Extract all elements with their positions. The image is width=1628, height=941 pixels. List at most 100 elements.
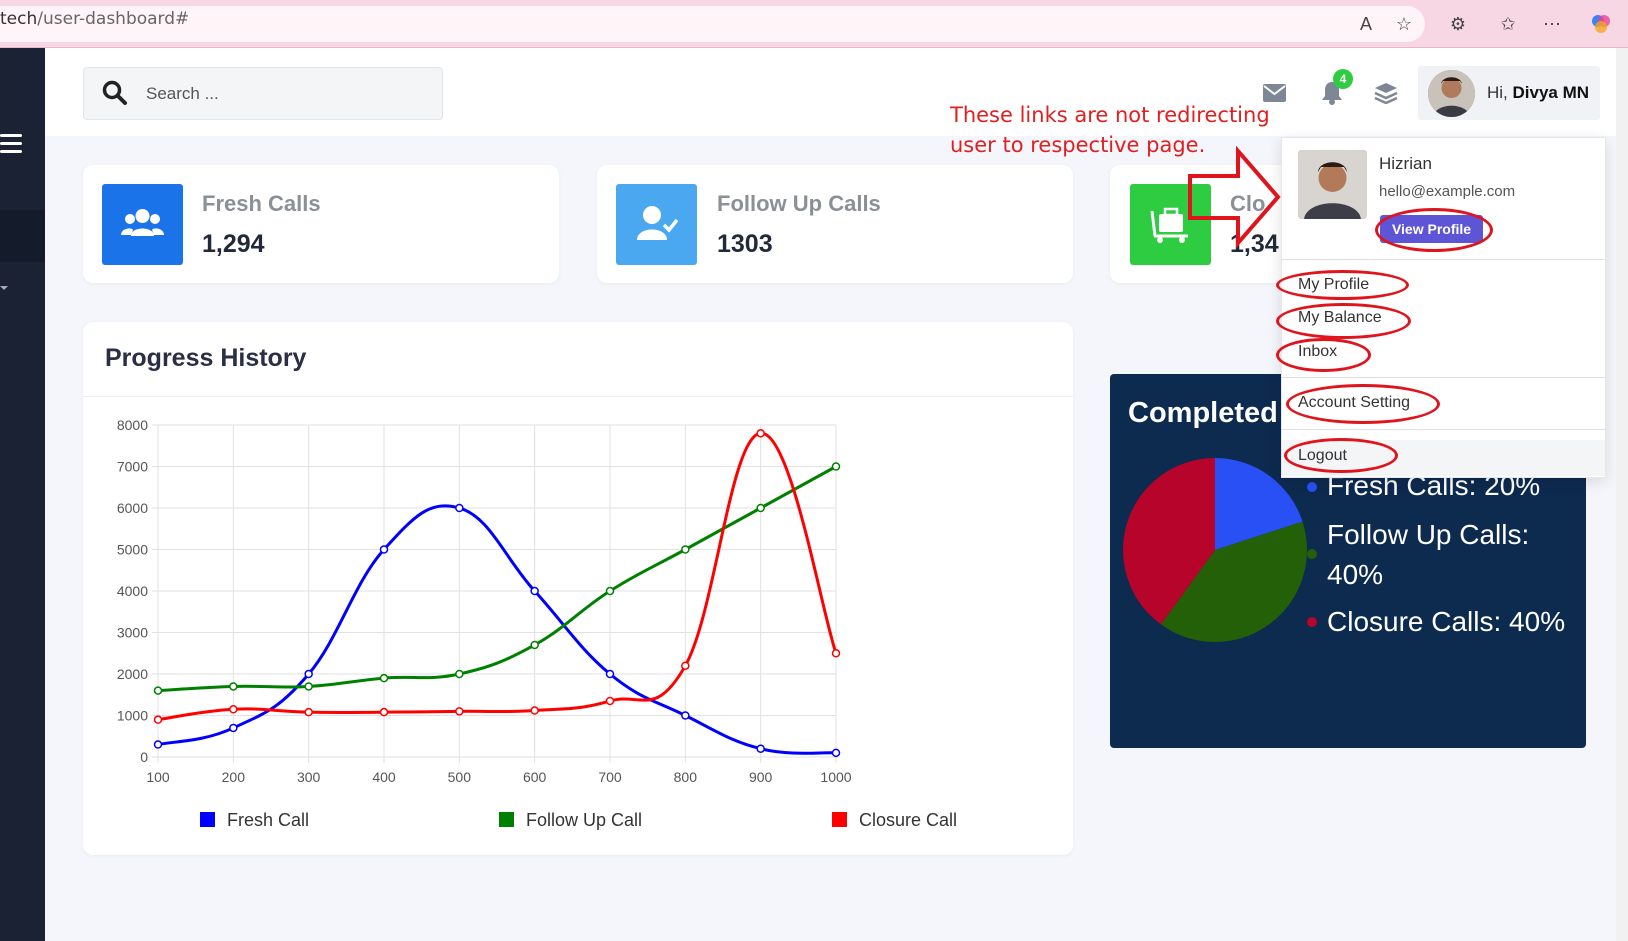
annotation-arrow-icon xyxy=(1188,146,1281,248)
x-tick-label: 200 xyxy=(222,769,246,785)
data-point xyxy=(756,503,765,513)
search-icon xyxy=(102,80,127,105)
data-point xyxy=(379,545,389,554)
address-bar[interactable] xyxy=(0,6,1425,42)
data-point xyxy=(304,669,313,679)
data-point xyxy=(153,686,163,695)
x-tick-label: 700 xyxy=(598,769,622,785)
data-point xyxy=(756,744,765,753)
annotation-circle xyxy=(1276,270,1409,300)
data-point xyxy=(455,669,464,679)
more-icon[interactable]: ⋯ xyxy=(1541,13,1563,35)
annotation-line: These links are not redirecting xyxy=(950,103,1270,127)
x-tick-label: 500 xyxy=(448,769,472,785)
divider xyxy=(1281,377,1606,378)
divider xyxy=(1281,259,1606,260)
favorite-star-icon[interactable]: ☆ xyxy=(1393,13,1415,35)
data-point xyxy=(153,740,163,749)
stat-label: Follow Up Calls xyxy=(717,191,881,216)
data-point xyxy=(379,673,389,683)
y-tick-label: 6000 xyxy=(117,500,148,516)
legend-item[interactable]: Fresh Call xyxy=(200,810,309,831)
copilot-icon[interactable] xyxy=(1590,13,1612,35)
x-tick-label: 100 xyxy=(146,769,170,785)
data-point xyxy=(681,545,690,554)
sidebar xyxy=(0,48,45,941)
annotation-circle xyxy=(1375,208,1493,252)
chevron-down-icon[interactable] xyxy=(0,286,8,290)
data-point xyxy=(530,640,539,650)
annotation-circle xyxy=(1286,384,1440,424)
annotation-circle xyxy=(1276,338,1371,372)
legend-dot xyxy=(1307,549,1317,559)
data-point xyxy=(681,661,690,670)
legend-dot xyxy=(1307,617,1317,627)
stat-value: 1,294 xyxy=(202,230,265,258)
y-tick-label: 5000 xyxy=(117,542,148,558)
data-point xyxy=(229,705,238,714)
data-point xyxy=(229,723,238,733)
y-tick-label: 1000 xyxy=(117,708,148,724)
data-point xyxy=(605,586,615,596)
divider xyxy=(1281,429,1606,430)
data-point xyxy=(831,649,841,658)
extensions-icon[interactable]: ⚙ xyxy=(1447,13,1469,35)
read-aloud-icon[interactable]: A xyxy=(1355,13,1377,35)
x-tick-label: 800 xyxy=(674,769,698,785)
data-point xyxy=(831,748,841,758)
search-input[interactable] xyxy=(83,67,443,120)
sidebar-item-active[interactable] xyxy=(0,210,45,262)
user-greeting[interactable]: Hi, Divya MN xyxy=(1487,83,1589,103)
data-point xyxy=(455,707,464,716)
data-point xyxy=(605,669,615,679)
data-point xyxy=(304,707,313,717)
users-icon xyxy=(102,184,183,265)
data-point xyxy=(455,503,464,513)
browser-toolbar: tech/user-dashboard# A ☆ ⚙ ✩ ⋯ xyxy=(0,0,1628,48)
legend-swatch xyxy=(200,812,215,827)
legend-item[interactable]: Closure Call xyxy=(832,810,957,831)
profile-photo xyxy=(1298,150,1367,219)
stat-label: Fresh Calls xyxy=(202,191,321,216)
legend-label: Fresh Call xyxy=(227,810,310,830)
search-placeholder: Search ... xyxy=(146,84,219,103)
divider xyxy=(83,396,1073,397)
data-point xyxy=(605,696,615,706)
legend-item[interactable]: Follow Up Call xyxy=(499,810,642,831)
y-tick-label: 2000 xyxy=(117,666,148,682)
x-tick-label: 900 xyxy=(749,769,773,785)
user-check-icon xyxy=(616,184,697,265)
page-scrollbar[interactable] xyxy=(1616,48,1628,941)
series-line xyxy=(157,504,837,755)
x-tick-label: 1000 xyxy=(820,769,851,785)
notification-badge: 4 xyxy=(1333,69,1353,89)
url-text[interactable]: tech/user-dashboard# xyxy=(0,9,189,29)
progress-line-chart: 0 1000 2000 3000 4000 5000 6000 7000 8000 100 200 3… xyxy=(117,417,852,785)
avatar[interactable] xyxy=(1428,70,1475,117)
progress-title: Progress History xyxy=(105,344,307,372)
completed-title: Completed xyxy=(1128,397,1278,429)
user-name: Divya MN xyxy=(1512,83,1590,102)
annotation-circle xyxy=(1284,438,1398,473)
data-point xyxy=(379,707,389,717)
data-point xyxy=(153,715,163,724)
pie-legend-label: 40% xyxy=(1327,559,1384,590)
url-host: tech xyxy=(0,9,38,29)
data-point xyxy=(530,706,539,715)
stat-value: 1303 xyxy=(717,230,773,258)
y-tick-label: 8000 xyxy=(117,417,148,433)
favorites-icon[interactable]: ✩ xyxy=(1497,13,1519,35)
x-tick-label: 300 xyxy=(297,769,321,785)
x-tick-label: 600 xyxy=(523,769,547,785)
menu-toggle-icon[interactable] xyxy=(0,134,22,158)
layers-icon[interactable] xyxy=(1374,82,1398,104)
annotation-circle xyxy=(1276,303,1411,339)
y-tick-label: 4000 xyxy=(117,583,148,599)
data-point xyxy=(304,682,313,691)
data-point xyxy=(756,429,765,438)
y-tick-label: 3000 xyxy=(117,625,148,641)
x-tick-label: 400 xyxy=(372,769,396,785)
legend-label: Follow Up Call xyxy=(526,810,643,830)
y-tick-label: 0 xyxy=(140,749,148,765)
data-point xyxy=(831,462,841,471)
